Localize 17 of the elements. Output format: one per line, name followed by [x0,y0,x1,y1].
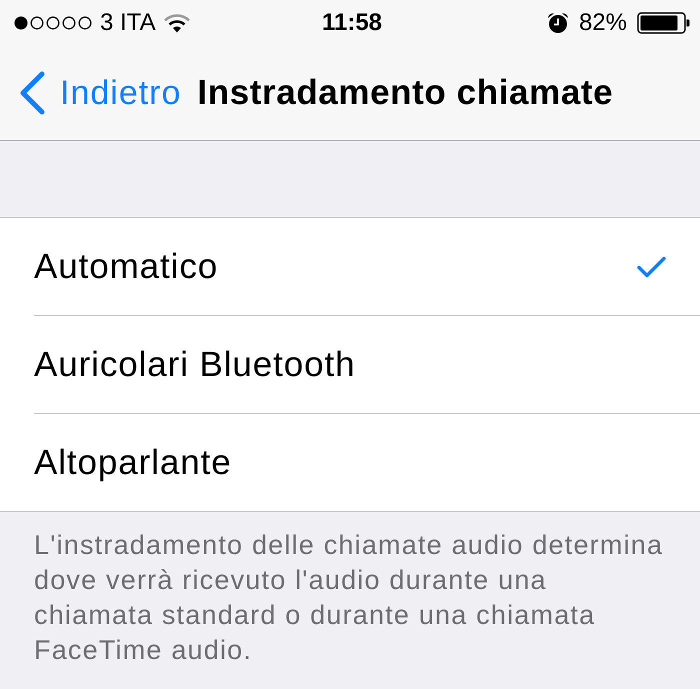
back-chevron-icon [18,71,46,115]
carrier-name: 3 ITA [100,11,156,35]
back-button[interactable]: Indietro [18,71,182,115]
alarm-clock-icon [546,12,569,34]
battery-icon [637,12,690,34]
option-row[interactable]: Automatico [34,218,700,316]
option-label: Auricolari Bluetooth [34,344,356,384]
page-title: Instradamento chiamate [197,73,614,113]
option-row[interactable]: Auricolari Bluetooth [34,316,700,414]
option-label: Automatico [34,246,218,286]
option-label: Altoparlante [34,442,232,482]
signal-strength-icon [14,16,92,30]
footer-description: L'instradamento delle chiamate audio determina dove verrà ricevuto l'audio durante una chiamata standard o durante una chiamata FaceTime audio. [34,529,664,667]
wifi-icon [164,14,190,32]
battery-percentage: 82% [578,11,627,35]
option-row[interactable]: Altoparlante [34,414,700,511]
status-time: 11:58 [322,11,382,35]
